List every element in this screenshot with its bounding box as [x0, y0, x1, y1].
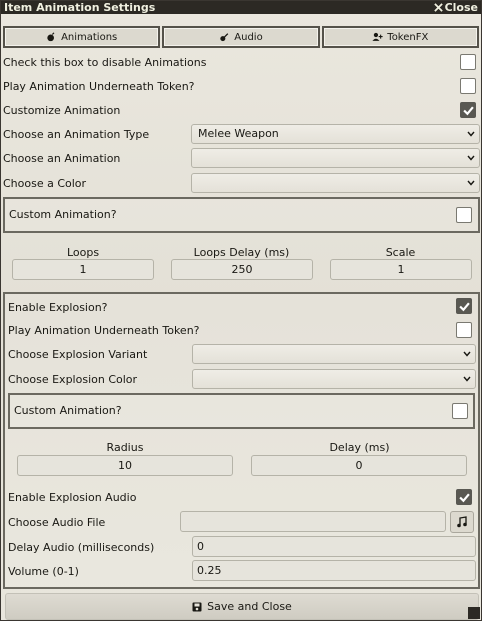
loops-delay-input[interactable]: 250: [171, 259, 313, 280]
radius-label: Radius: [106, 441, 144, 454]
radius-input[interactable]: 10: [17, 455, 233, 476]
tab-label: TokenFX: [387, 31, 429, 43]
bomb-icon: [47, 32, 55, 42]
explosion-delay-input[interactable]: 0: [251, 455, 467, 476]
window-title: Item Animation Settings: [4, 1, 156, 14]
resize-handle[interactable]: [468, 607, 480, 619]
scale-label: Scale: [385, 246, 416, 259]
title-bar: Item Animation Settings Close: [1, 1, 481, 14]
anim-row: Choose an Animation: [1, 147, 482, 169]
explosion-delay-label: Delay (ms): [329, 441, 390, 454]
volume-label: Volume (0-1): [8, 565, 79, 578]
chevron-down-icon: [467, 180, 475, 186]
audio-file-label: Choose Audio File: [8, 516, 106, 529]
close-icon: [433, 3, 443, 12]
tab-audio[interactable]: Audio: [162, 26, 320, 48]
explosion-section: Enable Explosion? Play Animation Underne…: [3, 292, 480, 589]
disable-checkbox[interactable]: [460, 54, 476, 70]
color-select[interactable]: [191, 173, 480, 193]
underneath-row: Play Animation Underneath Token?: [1, 75, 482, 97]
disable-row: Check this box to disable Animations: [1, 51, 482, 73]
explosion-custom-checkbox[interactable]: [452, 403, 468, 419]
color-label: Choose a Color: [3, 176, 87, 190]
tab-animations[interactable]: Animations: [3, 26, 161, 48]
anim-type-select[interactable]: Melee Weapon: [191, 124, 480, 144]
check-icon: [459, 493, 470, 503]
explosion-underneath-checkbox[interactable]: [456, 322, 472, 338]
loops-delay-label: Loops Delay (ms): [193, 246, 290, 259]
customize-label: Customize Animation: [3, 103, 121, 117]
anim-type-row: Choose an Animation Type Melee Weapon: [1, 123, 482, 145]
save-and-close-label: Save and Close: [207, 600, 292, 613]
check-icon: [463, 106, 474, 116]
anim-type-value: Melee Weapon: [198, 127, 279, 140]
explosion-color-label: Choose Explosion Color: [8, 373, 138, 386]
chevron-down-icon: [467, 131, 475, 137]
tab-label: Animations: [61, 31, 118, 43]
color-row: Choose a Color: [1, 172, 482, 194]
explosion-variant-label: Choose Explosion Variant: [8, 348, 148, 361]
explosion-audio-checkbox[interactable]: [456, 489, 472, 505]
chevron-down-icon: [463, 351, 471, 357]
audio-file-input[interactable]: [180, 511, 446, 532]
save-icon: [192, 602, 202, 611]
customize-checkbox[interactable]: [460, 102, 476, 118]
chevron-down-icon: [463, 376, 471, 382]
close-label: Close: [444, 1, 478, 14]
anim-select[interactable]: [191, 148, 480, 168]
scale-input[interactable]: 1: [330, 259, 472, 280]
guitar-icon: [220, 33, 229, 42]
tab-bar: Animations Audio TokenFX: [3, 26, 479, 48]
underneath-checkbox[interactable]: [460, 78, 476, 94]
custom-animation-box: Custom Animation?: [3, 197, 480, 233]
audio-file-picker-button[interactable]: [450, 511, 474, 533]
loops-input[interactable]: 1: [12, 259, 154, 280]
custom-animation-label: Custom Animation?: [9, 208, 117, 221]
enable-explosion-checkbox[interactable]: [456, 298, 472, 314]
explosion-audio-label: Enable Explosion Audio: [8, 491, 137, 504]
explosion-color-select[interactable]: [192, 369, 476, 389]
anim-type-label: Choose an Animation Type: [3, 127, 150, 141]
check-icon: [459, 302, 470, 312]
save-and-close-button[interactable]: Save and Close: [5, 593, 479, 620]
enable-explosion-label: Enable Explosion?: [8, 301, 108, 314]
audio-delay-label: Delay Audio (milliseconds): [8, 541, 155, 554]
loops-label: Loops: [66, 246, 100, 259]
explosion-variant-select[interactable]: [192, 344, 476, 364]
explosion-custom-box: Custom Animation?: [8, 393, 475, 429]
anim-label: Choose an Animation: [3, 151, 121, 165]
tab-tokenfx[interactable]: TokenFX: [321, 26, 479, 48]
disable-label: Check this box to disable Animations: [3, 55, 207, 69]
customize-row: Customize Animation: [1, 99, 482, 121]
close-button[interactable]: Close: [433, 1, 481, 14]
audio-delay-input[interactable]: 0: [192, 536, 476, 557]
volume-input[interactable]: 0.25: [192, 560, 476, 581]
music-icon: [457, 516, 467, 528]
chevron-down-icon: [467, 155, 475, 161]
user-plus-icon: [372, 32, 383, 41]
underneath-label: Play Animation Underneath Token?: [3, 79, 195, 93]
explosion-custom-label: Custom Animation?: [14, 404, 122, 417]
tab-label: Audio: [234, 31, 263, 43]
explosion-underneath-label: Play Animation Underneath Token?: [8, 324, 200, 337]
settings-window: Item Animation Settings Close Animations…: [0, 0, 482, 621]
custom-animation-checkbox[interactable]: [456, 207, 472, 223]
